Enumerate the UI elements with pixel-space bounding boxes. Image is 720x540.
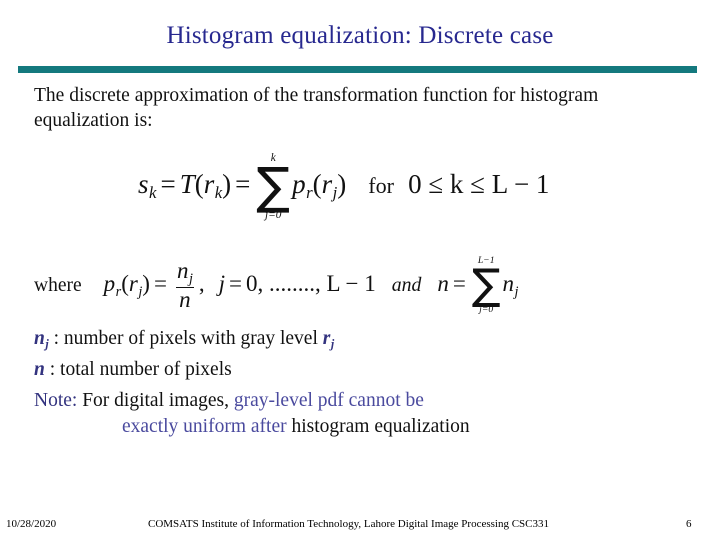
- definition-symbol-base: n: [34, 359, 45, 381]
- definition-symbol: n: [34, 359, 45, 380]
- note-black-part-1: For digital images,: [77, 390, 229, 411]
- note-line-1: Note: For digital images, gray-level pdf…: [34, 388, 674, 414]
- eq-where-comma: ,: [198, 271, 205, 297]
- eq-where-sum-term-subscript: j: [514, 283, 519, 300]
- note-block: Note: For digital images, gray-level pdf…: [34, 388, 674, 440]
- equation-main: sk = T(rk) = k ∑ j=0 pr(rj) for 0 ≤ k ≤ L − 1: [138, 152, 549, 222]
- note-accent-part-2: exactly uniform after: [122, 416, 292, 437]
- eq-main-paren-close-2: ): [337, 169, 347, 200]
- definition-symbol: nj: [34, 328, 49, 351]
- eq-main-p: p: [292, 169, 306, 200]
- note-label: Note:: [34, 390, 78, 411]
- footer-page-number: 6: [686, 518, 692, 530]
- eq-main-paren-open: (: [194, 169, 204, 200]
- eq-main-paren-open-2: (: [312, 169, 322, 200]
- eq-main-range: 0 ≤ k ≤ L − 1: [408, 169, 550, 200]
- eq-main-T: T: [179, 169, 195, 200]
- definition-trailing-symbol-subscript: j: [330, 336, 335, 351]
- eq-where-summation: L−1 ∑ j=0: [471, 255, 501, 316]
- eq-where-fraction-denominator: n: [176, 286, 194, 312]
- equation-where: pr(rj) = nj n , j = 0, ........, L − 1 and n = …: [103, 255, 519, 316]
- eq-main-s-subscript: k: [149, 183, 157, 203]
- list-item: nj : number of pixels with gray level rj: [34, 326, 334, 357]
- eq-where-n-var: n: [437, 271, 449, 297]
- slide-canvas: Histogram equalization: Discrete case Th…: [0, 0, 720, 540]
- list-item: n : total number of pixels: [34, 357, 334, 383]
- eq-main-equals-1: =: [160, 169, 176, 200]
- eq-main-s: s: [138, 169, 149, 200]
- eq-where-sum-lower-limit: j=0: [479, 303, 494, 315]
- eq-where-sum-term: n: [502, 271, 515, 297]
- eq-main-for-keyword: for: [368, 173, 395, 199]
- eq-where-index-range: 0, ........, L − 1: [246, 271, 376, 297]
- definition-list: nj : number of pixels with gray level rj…: [34, 326, 334, 383]
- note-line-2: exactly uniform after histogram equaliza…: [34, 414, 674, 440]
- eq-where-paren-open: (: [121, 271, 129, 297]
- eq-where-and-keyword: and: [391, 274, 422, 297]
- eq-where-fraction-numerator: nj: [174, 259, 196, 287]
- sigma-icon: ∑: [471, 260, 501, 310]
- eq-where-p: p: [103, 271, 116, 297]
- eq-main-sum-lower-limit: j=0: [265, 209, 282, 222]
- definition-trailing-symbol: rj: [322, 328, 335, 351]
- where-label: where: [34, 274, 82, 296]
- note-accent-part-1: gray-level pdf cannot be: [228, 390, 424, 411]
- slide-footer: 10/28/2020 COMSATS Institute of Informat…: [0, 518, 720, 534]
- eq-where-paren-close: ): [142, 271, 150, 297]
- eq-where-frac-n-subscript: j: [188, 270, 193, 287]
- definition-separator: :: [44, 359, 61, 381]
- eq-where-equals: =: [153, 271, 167, 297]
- eq-where-r: r: [128, 271, 138, 297]
- eq-main-r: r: [203, 169, 215, 200]
- eq-main-rj: r: [321, 169, 333, 200]
- eq-main-equals-2: =: [235, 169, 251, 200]
- eq-where-frac-n: n: [176, 258, 189, 284]
- eq-main-summation: k ∑ j=0: [256, 152, 290, 222]
- eq-where-index-equals: =: [229, 271, 243, 297]
- eq-where-n-equals: =: [452, 271, 466, 297]
- intro-paragraph: The discrete approximation of the transf…: [34, 85, 599, 131]
- definition-separator: :: [48, 328, 64, 349]
- sigma-icon: ∑: [256, 157, 291, 216]
- definition-text: total number of pixels: [60, 359, 232, 381]
- eq-where-index-var: j: [218, 271, 226, 297]
- definition-text: number of pixels with gray level: [63, 328, 323, 349]
- eq-main-paren-close: ): [222, 169, 232, 200]
- note-black-part-2: histogram equalization: [291, 416, 470, 437]
- eq-where-fraction: nj n: [174, 259, 196, 312]
- page-title: Histogram equalization: Discrete case: [166, 22, 554, 49]
- definition-trailing-symbol-base: r: [322, 328, 331, 349]
- title-divider-rule: [18, 66, 697, 73]
- definition-symbol-base: n: [34, 328, 45, 349]
- equation-where-row: where pr(rj) = nj n , j = 0, ........, L − 1…: [34, 255, 519, 316]
- footer-institution: COMSATS Institute of Information Technol…: [148, 518, 549, 530]
- footer-date: 10/28/2020: [6, 518, 57, 530]
